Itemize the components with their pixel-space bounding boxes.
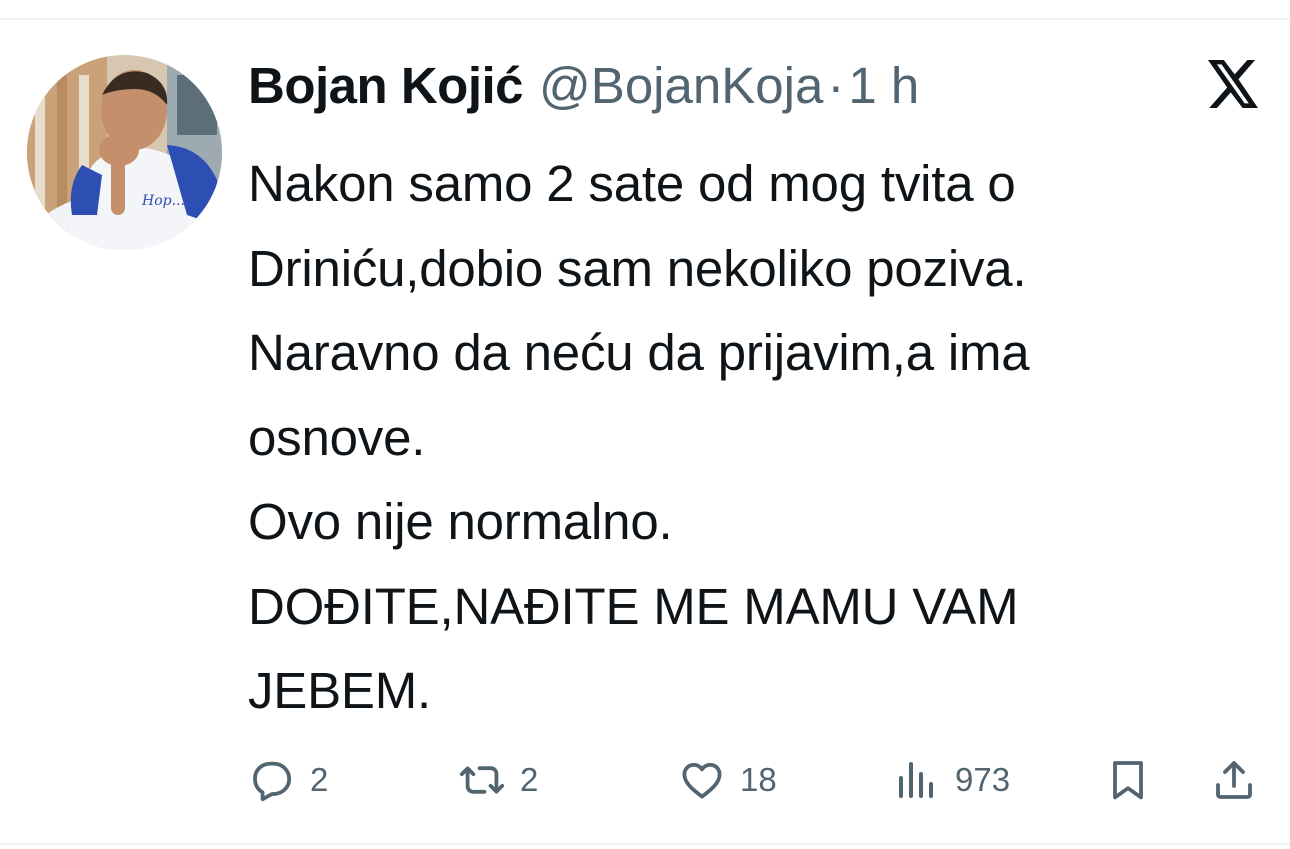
- share-button[interactable]: [1210, 756, 1258, 804]
- bottom-divider: [0, 843, 1290, 845]
- avatar-photo: Нор...: [27, 55, 222, 250]
- tweet-text-line: Nakon samo 2 sate od mog tvita o: [248, 155, 1016, 212]
- tweet-text-line: osnove.: [248, 408, 426, 466]
- heart-icon: [678, 756, 726, 804]
- share-icon: [1210, 756, 1258, 804]
- bookmark-button[interactable]: [1104, 756, 1152, 804]
- repost-button[interactable]: 2: [458, 756, 538, 804]
- reply-icon: [248, 756, 296, 804]
- repost-icon: [458, 756, 506, 804]
- like-count: 18: [740, 761, 777, 798]
- views-icon: [893, 756, 941, 804]
- tweet-text-line: JEBEM.: [248, 662, 432, 719]
- x-logo-icon[interactable]: [1208, 60, 1258, 108]
- top-divider: [0, 18, 1290, 20]
- reply-count: 2: [310, 761, 329, 798]
- tweet-header: Bojan Kojić @BojanKoja · 1 h: [248, 54, 919, 118]
- author-handle[interactable]: @BojanKoja: [539, 54, 823, 118]
- tweet-text-line: DOĐITE,NAĐITE ME MAMU VAM: [248, 577, 1019, 635]
- tweet-text: Nakon samo 2 sate od mog tvita o Driniću…: [248, 142, 1258, 734]
- header-separator: ·: [827, 57, 845, 114]
- svg-text:Нор...: Нор...: [141, 193, 185, 209]
- tweet-text-line: Naravno da neću da prijavim,a ima: [248, 324, 1030, 381]
- bookmark-icon: [1104, 756, 1152, 804]
- author-display-name[interactable]: Bojan Kojić: [248, 54, 524, 118]
- views-count: 973: [955, 761, 1011, 798]
- avatar[interactable]: Нор...: [27, 55, 222, 250]
- tweet-text-line: Ovo nije normalno.: [248, 493, 673, 550]
- views-button[interactable]: 973: [893, 756, 1010, 804]
- reply-button[interactable]: 2: [248, 756, 328, 804]
- tweet-text-line: Driniću,dobio sam nekoliko poziva.: [248, 239, 1027, 297]
- repost-count: 2: [520, 761, 539, 798]
- like-button[interactable]: 18: [678, 756, 777, 804]
- tweet-timestamp[interactable]: 1 h: [848, 54, 919, 118]
